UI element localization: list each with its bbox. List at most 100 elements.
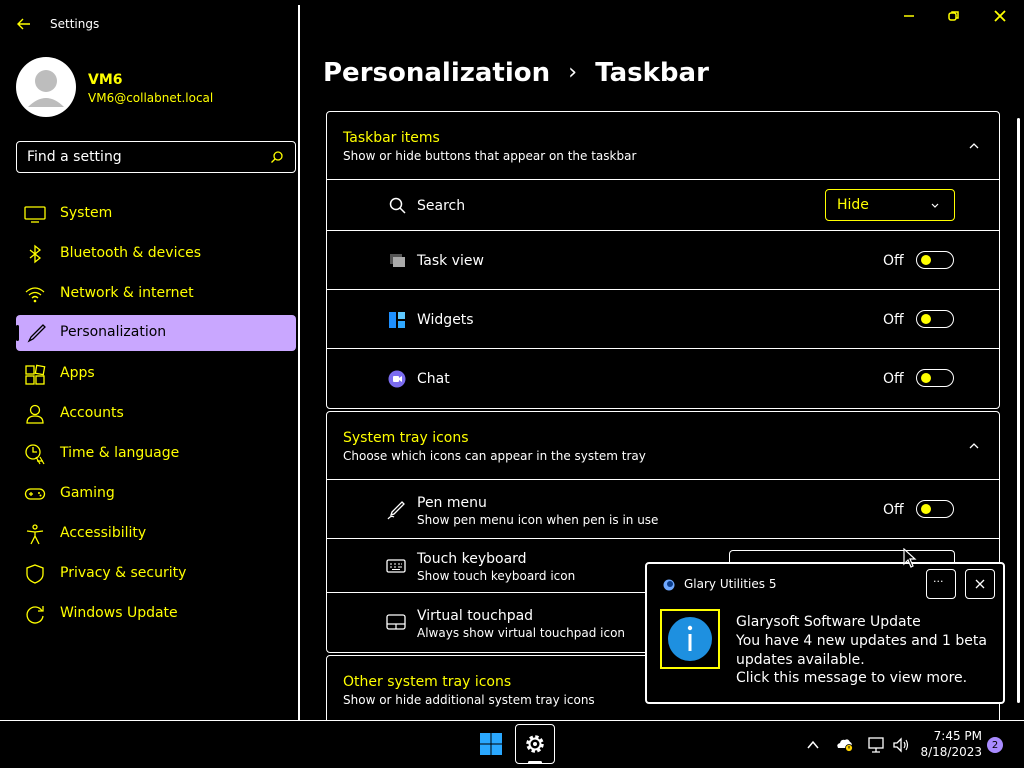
sidebar-item-label: Personalization: [60, 324, 167, 340]
chevron-down-icon: [931, 203, 939, 208]
glary-app-icon: [663, 579, 675, 591]
chat-toggle[interactable]: [916, 369, 954, 387]
settings-taskbar-button[interactable]: [515, 724, 555, 764]
close-icon: [975, 579, 985, 589]
toast-body-line: updates available.: [736, 652, 865, 668]
widgets-icon: [389, 312, 405, 328]
search-visibility-dropdown[interactable]: Hide: [825, 189, 955, 221]
brush-icon: [27, 324, 46, 343]
toast-title: Glarysoft Software Update: [736, 614, 921, 630]
sidebar-item-label: Time & language: [60, 445, 180, 461]
sidebar-item-label: Accessibility: [60, 525, 147, 541]
toast-app-name: Glary Utilities 5: [684, 577, 777, 591]
toast-close-button[interactable]: [965, 569, 995, 599]
pen-icon: [387, 501, 405, 520]
page-title: Taskbar: [595, 58, 709, 88]
sidebar-item-apps[interactable]: Apps: [16, 356, 296, 392]
bluetooth-icon: [29, 244, 42, 264]
task-view-toggle[interactable]: [916, 251, 954, 269]
section-title: Taskbar items: [343, 130, 440, 146]
onedrive-icon[interactable]: [836, 737, 854, 753]
toast-notification[interactable]: Glary Utilities 5 ··· Glarysoft Software…: [645, 562, 1005, 704]
toggle-state-text: Off: [883, 371, 904, 387]
touch-keyboard-label: Touch keyboard: [417, 551, 527, 567]
back-button[interactable]: [14, 14, 34, 34]
sidebar-item-system[interactable]: System: [16, 196, 296, 232]
wifi-icon: [25, 287, 45, 303]
task-view-icon: [390, 254, 405, 267]
start-button[interactable]: [474, 727, 508, 761]
sidebar-item-gaming[interactable]: Gaming: [16, 476, 296, 512]
toggle-state-text: Off: [883, 502, 904, 518]
chevron-up-icon[interactable]: [968, 440, 980, 452]
sidebar-item-network[interactable]: Network & internet: [16, 276, 296, 312]
divider: [326, 538, 1000, 539]
back-arrow-icon: [17, 18, 30, 30]
chat-label: Chat: [417, 371, 450, 387]
user-email: VM6@collabnet.local: [88, 91, 214, 105]
toggle-knob: [921, 504, 931, 514]
other-tray-header[interactable]: Other system tray icons Show or hide add…: [343, 674, 643, 714]
task-view-label: Task view: [417, 253, 484, 269]
sidebar-item-label: Privacy & security: [60, 565, 187, 581]
sidebar-item-personalization[interactable]: Personalization: [16, 315, 296, 351]
section-description: Show or hide buttons that appear on the …: [343, 149, 637, 163]
sidebar-item-accounts[interactable]: Accounts: [16, 396, 296, 432]
divider: [326, 179, 1000, 180]
globe-clock-icon: [25, 444, 45, 465]
breadcrumb-separator: ›: [568, 60, 578, 85]
sidebar-item-time-language[interactable]: Time & language: [16, 436, 296, 472]
sidebar-item-label: System: [60, 205, 113, 221]
toggle-state-text: Off: [883, 312, 904, 328]
window-title: Settings: [50, 17, 100, 31]
divider: [326, 230, 1000, 231]
toggle-knob: [921, 314, 931, 324]
divider: [326, 348, 1000, 349]
chevron-up-icon[interactable]: [806, 738, 820, 752]
sidebar-item-label: Bluetooth & devices: [60, 245, 202, 261]
scrollbar[interactable]: [1017, 118, 1020, 703]
clock-date: 8/18/2023: [920, 745, 982, 759]
chat-icon: [388, 370, 406, 388]
sidebar-item-bluetooth[interactable]: Bluetooth & devices: [16, 236, 296, 272]
notification-count: 2: [991, 740, 999, 751]
widgets-toggle[interactable]: [916, 310, 954, 328]
sidebar-item-accessibility[interactable]: Accessibility: [16, 516, 296, 552]
breadcrumb-parent[interactable]: Personalization: [323, 58, 550, 88]
sidebar-item-label: Accounts: [60, 405, 124, 421]
network-icon[interactable]: [867, 736, 885, 754]
clock[interactable]: 7:45 PM 8/18/2023: [918, 729, 982, 759]
restore-icon[interactable]: [947, 9, 961, 23]
taskbar-items-header[interactable]: Taskbar items Show or hide buttons that …: [343, 130, 983, 170]
breadcrumb: Personalization › Taskbar: [323, 58, 709, 94]
toast-more-button[interactable]: ···: [926, 569, 956, 599]
widgets-label: Widgets: [417, 312, 474, 328]
sidebar-item-privacy-security[interactable]: Privacy & security: [16, 556, 296, 592]
search-icon[interactable]: [270, 150, 284, 164]
search-input[interactable]: Find a setting: [27, 149, 122, 165]
sidebar: Settings VM6 VM6@collabnet.local Find a …: [0, 0, 298, 720]
volume-icon[interactable]: [892, 736, 910, 754]
toast-body-line: Click this message to view more.: [736, 670, 968, 686]
minimize-icon[interactable]: [902, 9, 916, 23]
toggle-knob: [921, 255, 931, 265]
notification-badge[interactable]: 2: [987, 737, 1003, 753]
search-box[interactable]: Find a setting: [16, 141, 296, 173]
accessibility-icon: [26, 524, 44, 545]
pen-menu-toggle[interactable]: [916, 500, 954, 518]
system-tray-header[interactable]: System tray icons Choose which icons can…: [343, 430, 983, 470]
pen-menu-description: Show pen menu icon when pen is in use: [417, 513, 659, 527]
close-icon[interactable]: [993, 9, 1007, 23]
avatar[interactable]: [16, 57, 76, 117]
pen-menu-label: Pen menu: [417, 495, 487, 511]
running-indicator: [528, 761, 542, 764]
sidebar-item-label: Apps: [60, 365, 95, 381]
touchpad-icon: [386, 614, 406, 630]
sidebar-item-windows-update[interactable]: Windows Update: [16, 596, 296, 632]
chevron-up-icon[interactable]: [968, 140, 980, 152]
search-row-label: Search: [417, 198, 466, 214]
taskbar: 7:45 PM 8/18/2023 2: [0, 720, 1024, 768]
mouse-cursor-icon: [903, 548, 917, 568]
info-icon: [668, 617, 712, 661]
apps-icon: [25, 364, 46, 385]
